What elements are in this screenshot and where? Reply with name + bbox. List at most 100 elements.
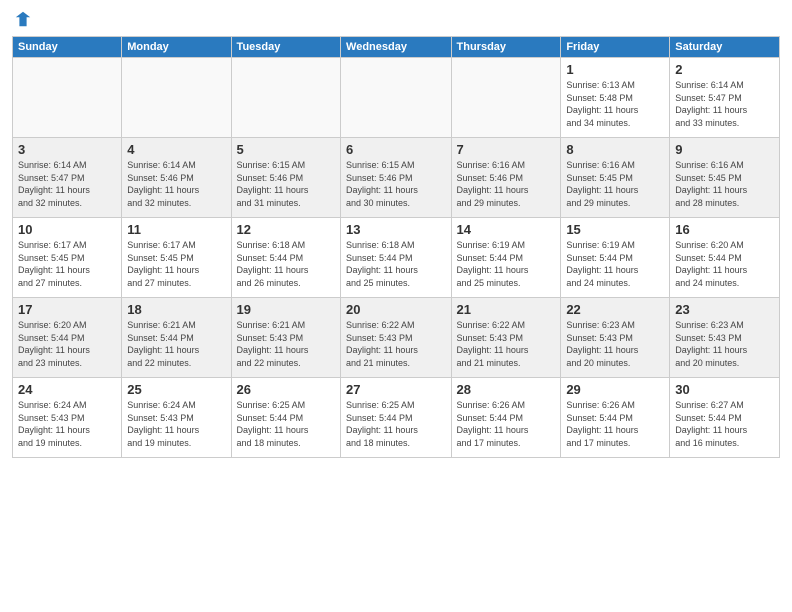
weekday-header-wednesday: Wednesday — [341, 37, 452, 58]
day-info: Sunrise: 6:15 AMSunset: 5:46 PMDaylight:… — [346, 159, 446, 209]
calendar-cell — [13, 58, 122, 138]
day-info: Sunrise: 6:14 AMSunset: 5:47 PMDaylight:… — [675, 79, 774, 129]
calendar-cell: 30 Sunrise: 6:27 AMSunset: 5:44 PMDayligh… — [670, 378, 780, 458]
day-info: Sunrise: 6:20 AMSunset: 5:44 PMDaylight:… — [18, 319, 116, 369]
weekday-header-tuesday: Tuesday — [231, 37, 340, 58]
day-number: 25 — [127, 382, 225, 397]
day-number: 22 — [566, 302, 664, 317]
day-info: Sunrise: 6:22 AMSunset: 5:43 PMDaylight:… — [457, 319, 556, 369]
day-info: Sunrise: 6:25 AMSunset: 5:44 PMDaylight:… — [346, 399, 446, 449]
calendar-week-row: 1 Sunrise: 6:13 AMSunset: 5:48 PMDaylight… — [13, 58, 780, 138]
day-number: 16 — [675, 222, 774, 237]
day-info: Sunrise: 6:18 AMSunset: 5:44 PMDaylight:… — [237, 239, 335, 289]
calendar-cell: 21Sunrise: 6:22 AMSunset: 5:43 PMDayligh… — [451, 298, 561, 378]
calendar-cell: 19Sunrise: 6:21 AMSunset: 5:43 PMDayligh… — [231, 298, 340, 378]
day-info: Sunrise: 6:21 AMSunset: 5:44 PMDaylight:… — [127, 319, 225, 369]
calendar-cell: 10 Sunrise: 6:17 AMSunset: 5:45 PMDayligh… — [13, 218, 122, 298]
calendar-cell: 23 Sunrise: 6:23 AMSunset: 5:43 PMDayligh… — [670, 298, 780, 378]
day-number: 4 — [127, 142, 225, 157]
logo — [12, 10, 32, 28]
calendar-cell: 27 Sunrise: 6:25 AMSunset: 5:44 PMDayligh… — [341, 378, 452, 458]
day-number: 10 — [18, 222, 116, 237]
day-number: 11 — [127, 222, 225, 237]
calendar-week-row: 10 Sunrise: 6:17 AMSunset: 5:45 PMDayligh… — [13, 218, 780, 298]
calendar-cell: 17Sunrise: 6:20 AMSunset: 5:44 PMDayligh… — [13, 298, 122, 378]
day-info: Sunrise: 6:16 AMSunset: 5:45 PMDaylight:… — [675, 159, 774, 209]
weekday-header-thursday: Thursday — [451, 37, 561, 58]
day-number: 28 — [457, 382, 556, 397]
day-info: Sunrise: 6:26 AMSunset: 5:44 PMDaylight:… — [566, 399, 664, 449]
day-number: 20 — [346, 302, 446, 317]
day-info: Sunrise: 6:13 AMSunset: 5:48 PMDaylight:… — [566, 79, 664, 129]
day-info: Sunrise: 6:17 AMSunset: 5:45 PMDaylight:… — [18, 239, 116, 289]
calendar-cell: 3 Sunrise: 6:14 AMSunset: 5:47 PMDaylight… — [13, 138, 122, 218]
day-info: Sunrise: 6:26 AMSunset: 5:44 PMDaylight:… — [457, 399, 556, 449]
day-number: 27 — [346, 382, 446, 397]
calendar-cell: 20 Sunrise: 6:22 AMSunset: 5:43 PMDayligh… — [341, 298, 452, 378]
day-info: Sunrise: 6:27 AMSunset: 5:44 PMDaylight:… — [675, 399, 774, 449]
calendar-cell — [341, 58, 452, 138]
day-number: 1 — [566, 62, 664, 77]
calendar-week-row: 24 Sunrise: 6:24 AMSunset: 5:43 PMDayligh… — [13, 378, 780, 458]
day-number: 5 — [237, 142, 335, 157]
calendar-cell: 12 Sunrise: 6:18 AMSunset: 5:44 PMDayligh… — [231, 218, 340, 298]
calendar-week-row: 17Sunrise: 6:20 AMSunset: 5:44 PMDayligh… — [13, 298, 780, 378]
day-number: 18 — [127, 302, 225, 317]
calendar-cell: 13 Sunrise: 6:18 AMSunset: 5:44 PMDayligh… — [341, 218, 452, 298]
calendar-week-row: 3 Sunrise: 6:14 AMSunset: 5:47 PMDaylight… — [13, 138, 780, 218]
calendar-table: SundayMondayTuesdayWednesdayThursdayFrid… — [12, 36, 780, 458]
day-info: Sunrise: 6:14 AMSunset: 5:46 PMDaylight:… — [127, 159, 225, 209]
day-info: Sunrise: 6:18 AMSunset: 5:44 PMDaylight:… — [346, 239, 446, 289]
calendar-cell: 18 Sunrise: 6:21 AMSunset: 5:44 PMDayligh… — [122, 298, 231, 378]
day-info: Sunrise: 6:14 AMSunset: 5:47 PMDaylight:… — [18, 159, 116, 209]
calendar-cell — [122, 58, 231, 138]
calendar-cell: 29 Sunrise: 6:26 AMSunset: 5:44 PMDayligh… — [561, 378, 670, 458]
calendar-cell: 25 Sunrise: 6:24 AMSunset: 5:43 PMDayligh… — [122, 378, 231, 458]
calendar-cell: 28 Sunrise: 6:26 AMSunset: 5:44 PMDayligh… — [451, 378, 561, 458]
calendar-cell: 9Sunrise: 6:16 AMSunset: 5:45 PMDaylight… — [670, 138, 780, 218]
calendar-cell — [231, 58, 340, 138]
day-info: Sunrise: 6:22 AMSunset: 5:43 PMDaylight:… — [346, 319, 446, 369]
weekday-header-sunday: Sunday — [13, 37, 122, 58]
calendar-cell: 6Sunrise: 6:15 AMSunset: 5:46 PMDaylight… — [341, 138, 452, 218]
weekday-header-monday: Monday — [122, 37, 231, 58]
day-info: Sunrise: 6:23 AMSunset: 5:43 PMDaylight:… — [675, 319, 774, 369]
day-number: 30 — [675, 382, 774, 397]
day-info: Sunrise: 6:15 AMSunset: 5:46 PMDaylight:… — [237, 159, 335, 209]
day-info: Sunrise: 6:16 AMSunset: 5:46 PMDaylight:… — [457, 159, 556, 209]
day-number: 3 — [18, 142, 116, 157]
day-info: Sunrise: 6:23 AMSunset: 5:43 PMDaylight:… — [566, 319, 664, 369]
day-info: Sunrise: 6:24 AMSunset: 5:43 PMDaylight:… — [127, 399, 225, 449]
day-info: Sunrise: 6:24 AMSunset: 5:43 PMDaylight:… — [18, 399, 116, 449]
day-info: Sunrise: 6:17 AMSunset: 5:45 PMDaylight:… — [127, 239, 225, 289]
calendar-cell — [451, 58, 561, 138]
day-number: 14 — [457, 222, 556, 237]
day-number: 23 — [675, 302, 774, 317]
day-number: 8 — [566, 142, 664, 157]
calendar-cell: 24 Sunrise: 6:24 AMSunset: 5:43 PMDayligh… — [13, 378, 122, 458]
calendar-cell: 14Sunrise: 6:19 AMSunset: 5:44 PMDayligh… — [451, 218, 561, 298]
day-info: Sunrise: 6:16 AMSunset: 5:45 PMDaylight:… — [566, 159, 664, 209]
day-number: 26 — [237, 382, 335, 397]
day-info: Sunrise: 6:19 AMSunset: 5:44 PMDaylight:… — [566, 239, 664, 289]
day-number: 12 — [237, 222, 335, 237]
calendar-cell: 11 Sunrise: 6:17 AMSunset: 5:45 PMDayligh… — [122, 218, 231, 298]
day-number: 15 — [566, 222, 664, 237]
day-number: 24 — [18, 382, 116, 397]
calendar-cell: 1 Sunrise: 6:13 AMSunset: 5:48 PMDaylight… — [561, 58, 670, 138]
calendar-header-row: SundayMondayTuesdayWednesdayThursdayFrid… — [13, 37, 780, 58]
day-number: 13 — [346, 222, 446, 237]
logo-flag-icon — [14, 10, 32, 28]
calendar-cell: 4 Sunrise: 6:14 AMSunset: 5:46 PMDaylight… — [122, 138, 231, 218]
calendar-cell: 5 Sunrise: 6:15 AMSunset: 5:46 PMDaylight… — [231, 138, 340, 218]
calendar-cell: 8 Sunrise: 6:16 AMSunset: 5:45 PMDaylight… — [561, 138, 670, 218]
day-number: 2 — [675, 62, 774, 77]
day-info: Sunrise: 6:25 AMSunset: 5:44 PMDaylight:… — [237, 399, 335, 449]
day-number: 7 — [457, 142, 556, 157]
page: SundayMondayTuesdayWednesdayThursdayFrid… — [0, 0, 792, 612]
calendar-cell: 7 Sunrise: 6:16 AMSunset: 5:46 PMDaylight… — [451, 138, 561, 218]
day-number: 19 — [237, 302, 335, 317]
calendar-cell: 2 Sunrise: 6:14 AMSunset: 5:47 PMDaylight… — [670, 58, 780, 138]
calendar-cell: 26 Sunrise: 6:25 AMSunset: 5:44 PMDayligh… — [231, 378, 340, 458]
day-number: 29 — [566, 382, 664, 397]
